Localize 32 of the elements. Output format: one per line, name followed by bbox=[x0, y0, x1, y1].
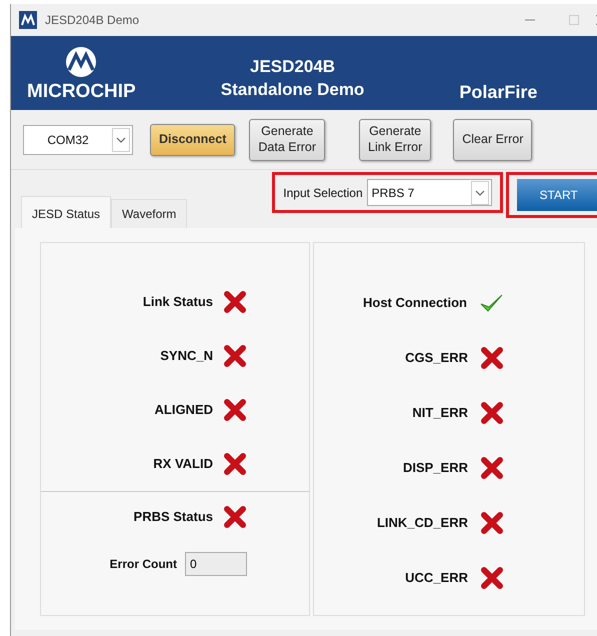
toolbar-button[interactable]: Generate Link Error bbox=[359, 118, 432, 160]
input-dropdown[interactable]: PRBS 7 bbox=[366, 179, 492, 206]
app-icon bbox=[19, 11, 37, 29]
caret-icon bbox=[116, 136, 126, 144]
maximize-icon bbox=[569, 15, 579, 25]
error-count-field[interactable]: 0 bbox=[185, 552, 247, 576]
status-label: LINK_CD_ERR bbox=[376, 514, 468, 532]
field-label: Input Selection bbox=[283, 184, 363, 202]
status-label: UCC_ERR bbox=[405, 568, 468, 587]
banner-subtitle: Standalone Demo bbox=[220, 79, 364, 102]
window-title: JESD204B Demo bbox=[45, 12, 140, 29]
banner-title: JESD204B bbox=[250, 56, 336, 78]
status-label: DISP_ERR bbox=[402, 458, 468, 477]
logo-text: MICROCHIP bbox=[27, 80, 136, 104]
caret-icon bbox=[474, 188, 485, 196]
toolbar-button[interactable]: Disconnect bbox=[150, 124, 236, 156]
status-label: CGS_ERR bbox=[405, 348, 468, 367]
toolbar-button[interactable]: Generate Data Error bbox=[249, 118, 326, 160]
field-label: Error Count bbox=[110, 556, 177, 573]
status-label: ALIGNED bbox=[154, 401, 213, 420]
port-dropdown[interactable]: COM32 bbox=[23, 124, 133, 154]
toolbar-button[interactable]: Clear Error bbox=[453, 118, 532, 160]
tab[interactable]: JESD Status bbox=[21, 196, 112, 228]
status-label: NIT_ERR bbox=[412, 404, 468, 422]
status-label: PRBS Status bbox=[134, 508, 213, 526]
tab[interactable]: Waveform bbox=[111, 199, 188, 228]
status-label: Host Connection bbox=[363, 294, 467, 312]
status-label: RX VALID bbox=[153, 455, 213, 474]
start-button[interactable]: START bbox=[516, 179, 597, 211]
product-name: PolarFire bbox=[459, 81, 538, 104]
status-label: Link Status bbox=[142, 293, 213, 312]
status-label: SYNC_N bbox=[160, 347, 213, 366]
